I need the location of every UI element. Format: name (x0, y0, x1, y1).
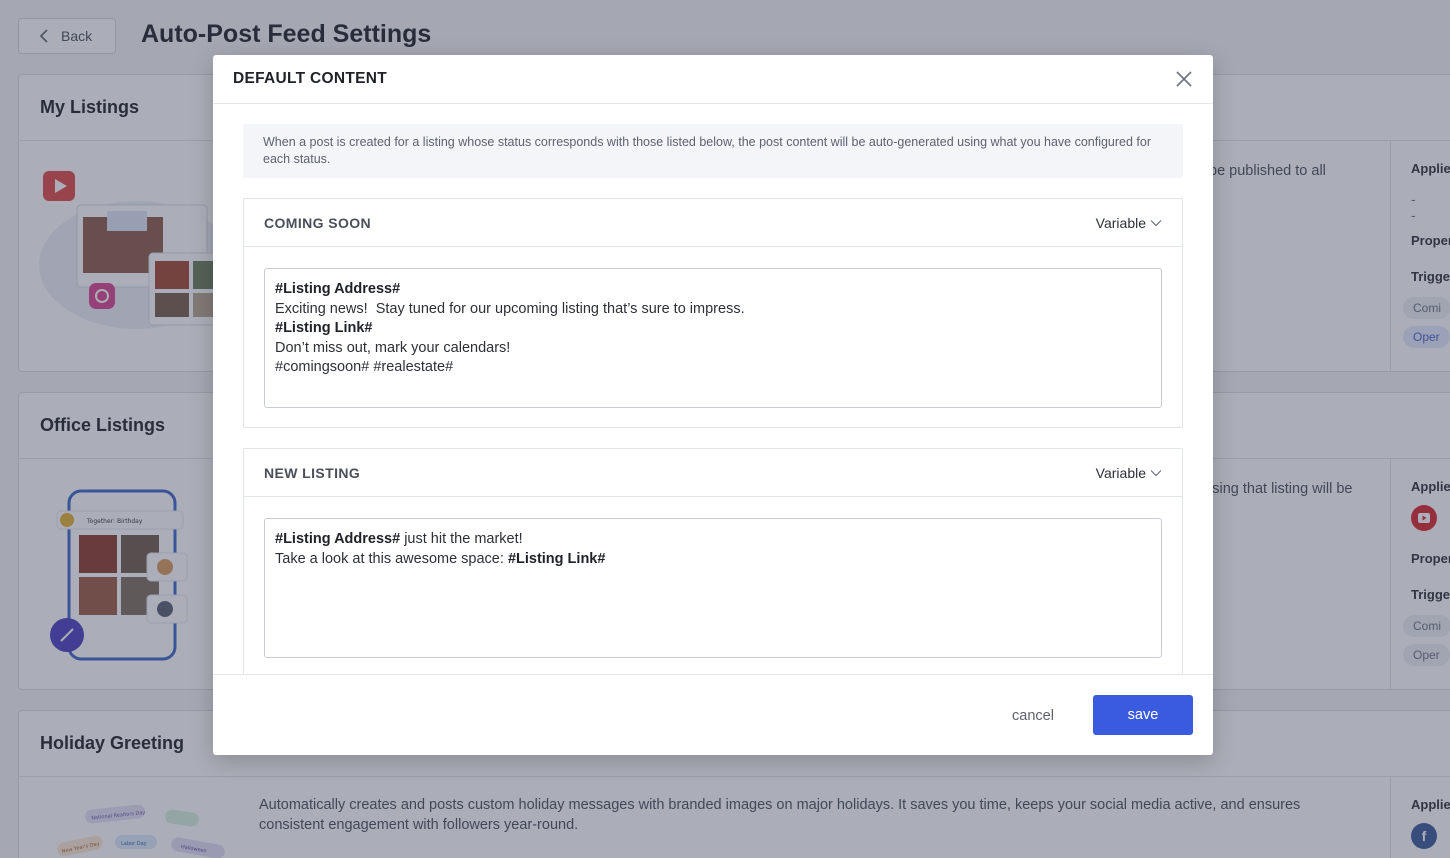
modal-title: DEFAULT CONTENT (233, 70, 388, 87)
content-line: #comingsoon# #realestate# (275, 359, 454, 375)
modal-footer: cancel save (213, 674, 1213, 755)
section-header: COMING SOON Variable (244, 199, 1182, 247)
variable-dropdown[interactable]: Variable (1096, 215, 1162, 231)
variable-label: Variable (1095, 214, 1146, 231)
content-textarea-new-listing[interactable]: #Listing Address# just hit the market! T… (264, 518, 1162, 658)
info-message: When a post is created for a listing who… (243, 124, 1183, 178)
modal-body[interactable]: When a post is created for a listing who… (213, 105, 1213, 674)
default-content-modal: DEFAULT CONTENT When a post is created f… (213, 55, 1213, 755)
content-line: Take a look at this awesome space: #List… (275, 550, 606, 567)
cancel-button[interactable]: cancel (993, 696, 1073, 736)
close-icon[interactable] (1175, 70, 1193, 88)
section-header: NEW LISTING Variable (244, 449, 1182, 497)
section-title: COMING SOON (264, 214, 372, 231)
section-title: NEW LISTING (264, 464, 361, 481)
content-line: Exciting news! Stay tuned for our upcomi… (275, 300, 745, 317)
variable-dropdown[interactable]: Variable (1096, 465, 1162, 481)
save-button[interactable]: save (1093, 695, 1193, 735)
content-line: #Listing Address# (275, 281, 401, 297)
variable-label: Variable (1095, 464, 1146, 481)
content-textarea-coming-soon[interactable]: #Listing Address# Exciting news! Stay tu… (264, 268, 1162, 408)
section-new-listing: NEW LISTING Variable #Listing Address# j… (243, 448, 1183, 674)
section-coming-soon: COMING SOON Variable #Listing Address# E… (243, 198, 1183, 428)
content-line: #Listing Address# just hit the market! (275, 531, 523, 547)
content-line: #Listing Link# (275, 320, 373, 336)
chevron-down-icon (1150, 469, 1162, 476)
chevron-down-icon (1150, 219, 1162, 226)
content-line: Don’t miss out, mark your calendars! (275, 339, 511, 356)
modal-header: DEFAULT CONTENT (213, 55, 1213, 104)
